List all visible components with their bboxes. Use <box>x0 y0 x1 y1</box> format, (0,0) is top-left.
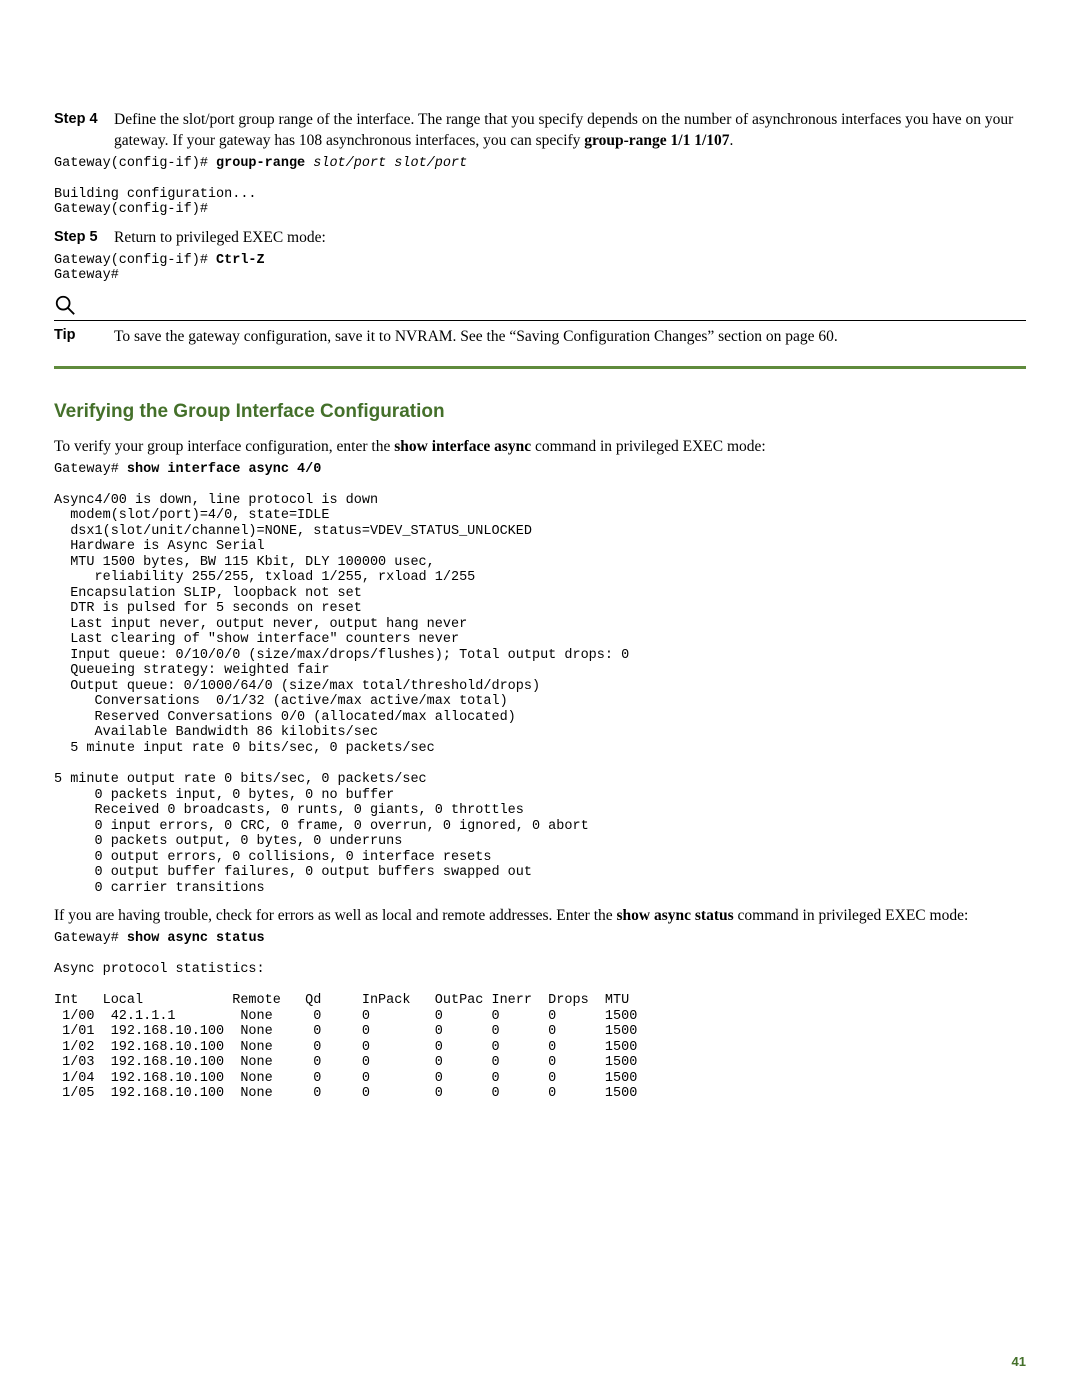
command-name: show interface async <box>394 438 531 455</box>
table-row: 1/05 192.168.10.100 None 0 0 0 0 0 1500 <box>54 1086 637 1101</box>
page-number: 41 <box>1012 1354 1026 1369</box>
magnifier-icon <box>54 294 76 316</box>
tip-row: Tip To save the gateway configuration, s… <box>54 327 1026 348</box>
step-body: Define the slot/port group range of the … <box>114 110 1026 152</box>
tip-label: Tip <box>54 327 114 348</box>
output-head: Async protocol statistics: <box>54 962 265 977</box>
code-block-show-interface: Gateway# show interface async 4/0 Async4… <box>54 462 1026 896</box>
prompt: Gateway# <box>54 462 127 477</box>
text: If you are having trouble, check for err… <box>54 907 617 924</box>
table-header: Int Local Remote Qd InPack OutPac Inerr … <box>54 993 629 1008</box>
tip-rule <box>54 320 1026 321</box>
tip-icon-row <box>54 294 1026 320</box>
table-row: 1/02 192.168.10.100 None 0 0 0 0 0 1500 <box>54 1040 637 1055</box>
table-row: 1/01 192.168.10.100 None 0 0 0 0 0 1500 <box>54 1024 637 1039</box>
step-5: Step 5 Return to privileged EXEC mode: <box>54 228 1026 249</box>
prompt: Gateway(config-if)# <box>54 156 216 171</box>
prompt: Gateway(config-if)# <box>54 253 216 268</box>
table-row: 1/00 42.1.1.1 None 0 0 0 0 0 1500 <box>54 1009 637 1024</box>
table-row: 1/03 192.168.10.100 None 0 0 0 0 0 1500 <box>54 1055 637 1070</box>
prompt: Gateway# <box>54 931 127 946</box>
output: Async4/00 is down, line protocol is down… <box>54 493 629 896</box>
text: . <box>730 132 734 149</box>
args: slot/port slot/port <box>305 156 467 171</box>
section-divider <box>54 366 1026 369</box>
code-block-ctrlz: Gateway(config-if)# Ctrl-Z Gateway# <box>54 253 1026 284</box>
text: command in privileged EXEC mode: <box>734 907 969 924</box>
step-4: Step 4 Define the slot/port group range … <box>54 110 1026 152</box>
command-name: show async status <box>617 907 734 924</box>
code-block-group-range: Gateway(config-if)# group-range slot/por… <box>54 156 1026 218</box>
step-label: Step 4 <box>54 110 114 152</box>
command: Ctrl-Z <box>216 253 265 268</box>
step-body: Return to privileged EXEC mode: <box>114 228 1026 249</box>
table-row: 1/04 192.168.10.100 None 0 0 0 0 0 1500 <box>54 1071 637 1086</box>
section-title: Verifying the Group Interface Configurat… <box>54 401 1026 423</box>
output: Building configuration... Gateway(config… <box>54 187 257 218</box>
code-block-show-async-status: Gateway# show async status Async protoco… <box>54 931 1026 1102</box>
text: Define the slot/port group range of the … <box>114 111 1013 149</box>
output: Gateway# <box>54 268 119 283</box>
tip-text: To save the gateway configuration, save … <box>114 327 1026 348</box>
command: show interface async 4/0 <box>127 462 321 477</box>
command: show async status <box>127 931 265 946</box>
bold-text: group-range 1/1 1/107 <box>584 132 729 149</box>
text: To verify your group interface configura… <box>54 438 394 455</box>
command: group-range <box>216 156 305 171</box>
step-label: Step 5 <box>54 228 114 249</box>
intro-paragraph: To verify your group interface configura… <box>54 437 1026 458</box>
text: command in privileged EXEC mode: <box>531 438 766 455</box>
trouble-paragraph: If you are having trouble, check for err… <box>54 906 1026 927</box>
